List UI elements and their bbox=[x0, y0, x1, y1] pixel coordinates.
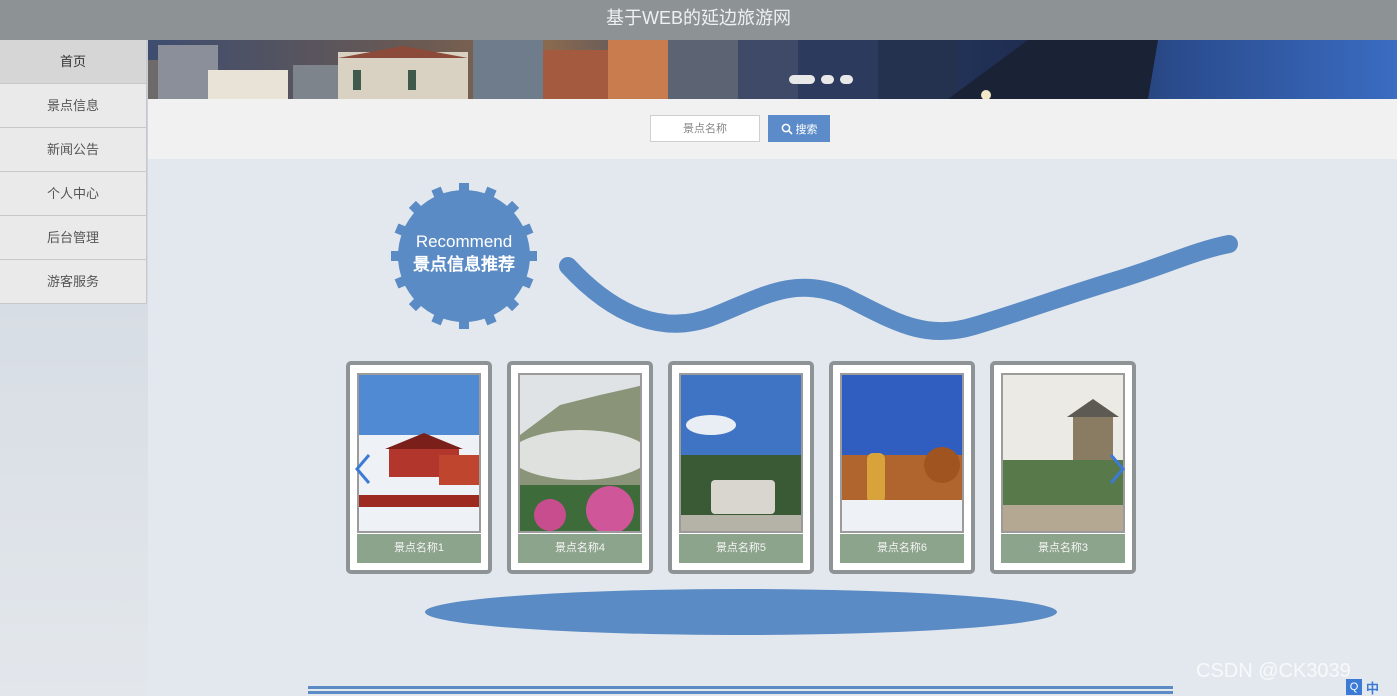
watermark-text: CSDN @CK3039 bbox=[1196, 660, 1351, 682]
main-content: 搜索 Recommend 景点信息推荐 景点名称1 bbox=[148, 40, 1397, 696]
ime-q: Q bbox=[1346, 679, 1362, 695]
attraction-card-2[interactable]: 景点名称4 bbox=[507, 361, 653, 574]
attraction-photo-2 bbox=[518, 373, 642, 533]
sidebar-item-news[interactable]: 新闻公告 bbox=[0, 128, 147, 172]
footer-line-2 bbox=[308, 691, 1173, 694]
search-button[interactable]: 搜索 bbox=[768, 115, 830, 142]
attraction-card-3[interactable]: 景点名称5 bbox=[668, 361, 814, 574]
ime-lang: 中 bbox=[1366, 680, 1380, 696]
attraction-name-2: 景点名称4 bbox=[518, 534, 642, 563]
recommend-title-cn: 景点信息推荐 bbox=[413, 255, 515, 274]
attraction-name-3: 景点名称5 bbox=[679, 534, 803, 563]
sidebar-item-attractions[interactable]: 景点信息 bbox=[0, 84, 147, 128]
search-bar: 搜索 bbox=[148, 99, 1397, 159]
banner-dots bbox=[789, 75, 853, 84]
badge-tooth bbox=[459, 183, 469, 197]
site-title: 基于WEB的延边旅游网 bbox=[605, 8, 791, 28]
attraction-card-4[interactable]: 景点名称6 bbox=[829, 361, 975, 574]
attraction-name-5: 景点名称3 bbox=[1001, 534, 1125, 563]
chevron-right-icon[interactable] bbox=[1107, 452, 1127, 486]
banner-dot-2[interactable] bbox=[821, 75, 834, 84]
sidebar-item-home[interactable]: 首页 bbox=[0, 40, 147, 84]
attraction-photo-3 bbox=[679, 373, 803, 533]
attraction-name-1: 景点名称1 bbox=[357, 534, 481, 563]
sidebar-item-admin[interactable]: 后台管理 bbox=[0, 216, 147, 260]
attraction-photo-1 bbox=[357, 373, 481, 533]
sidebar-item-visitor-service[interactable]: 游客服务 bbox=[0, 260, 147, 304]
sidebar: 首页 景点信息 新闻公告 个人中心 后台管理 游客服务 bbox=[0, 40, 148, 696]
banner-dot-1[interactable] bbox=[789, 75, 815, 84]
chevron-left-icon[interactable] bbox=[353, 452, 373, 486]
badge-tooth bbox=[459, 315, 469, 329]
wave-decoration bbox=[559, 235, 1238, 341]
banner-image bbox=[148, 40, 1158, 99]
banner-dot-3[interactable] bbox=[840, 75, 853, 84]
sidebar-item-profile[interactable]: 个人中心 bbox=[0, 172, 147, 216]
attraction-photo-4 bbox=[840, 373, 964, 533]
banner-carousel[interactable] bbox=[148, 40, 1397, 99]
recommend-title: Recommend 景点信息推荐 bbox=[384, 231, 544, 277]
search-input[interactable] bbox=[650, 115, 760, 142]
search-icon bbox=[781, 123, 793, 135]
site-title-bar: 基于WEB的延边旅游网 bbox=[0, 0, 1397, 40]
search-button-label: 搜索 bbox=[795, 123, 818, 136]
attraction-name-4: 景点名称6 bbox=[840, 534, 964, 563]
recommend-title-en: Recommend bbox=[415, 232, 513, 251]
ime-indicator[interactable]: Q 中 bbox=[1346, 678, 1397, 696]
stage-ellipse bbox=[425, 589, 1057, 635]
